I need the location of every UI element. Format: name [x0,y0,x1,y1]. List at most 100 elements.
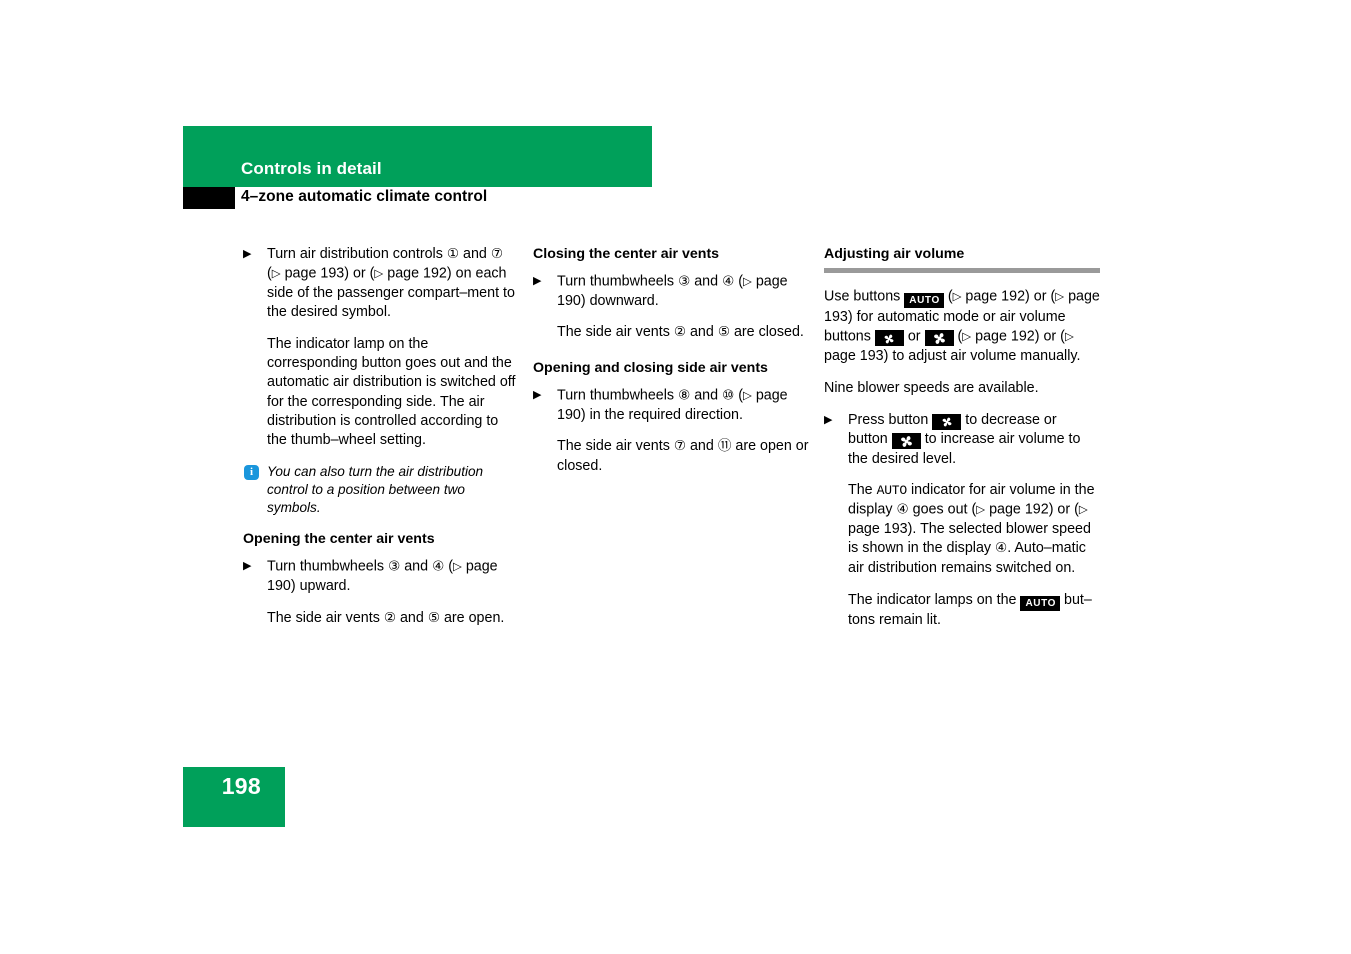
circled-number-4: ④ [896,501,909,518]
page-ref-triangle-icon: ▷ [962,328,972,343]
heading-closing-center-air-vents: Closing the center air vents [533,246,720,262]
circled-number-7: ⑦ [490,246,504,262]
fan-decrease-button-badge[interactable] [932,414,962,431]
heading-underline-rule [824,268,1100,273]
step-text: ( [444,558,453,575]
info-icon: i [244,465,259,481]
content-column-1: ▶ Turn air distribution controls ① and ⑦ … [243,245,519,641]
circled-number-2: ② [673,324,686,341]
page-ref-triangle-icon: ▷ [1064,328,1074,343]
paragraph-text: page 193) to adjust air volume manually. [824,347,1081,364]
paragraph-use-buttons: Use buttons AUTO (▷ page 192) or (▷ page… [824,287,1100,366]
result-text: are closed. [730,324,804,341]
content-column-2: Closing the center air vents ▶ Turn thumb… [533,245,809,489]
section-title: 4–zone automatic climate control [241,188,488,205]
info-note-text: You can also turn the air distribution c… [267,464,484,516]
result-side-air-vents-open-or-closed: The side air vents ⑦ and ⑪ are open or c… [533,437,809,476]
bullet-triangle-icon: ▶ [243,248,252,260]
content-column-3: Adjusting air volume Use buttons AUTO (▷… [824,245,1100,643]
result-text: and [686,324,718,341]
fan-decrease-button-badge[interactable] [874,330,904,347]
result-text: The side air vents [557,438,674,455]
result-text: The side air vents [267,609,384,626]
paragraph-text: ( [943,288,953,305]
circled-number-1: ① [446,246,460,262]
result-text: page 192) or ( [985,501,1079,518]
result-text: goes out ( [908,501,977,518]
paragraph-text: page 192) or ( [971,328,1065,345]
step-text: Turn thumbwheels [267,558,389,575]
paragraph-text: or [903,328,925,345]
heading-opening-closing-side-air-vents: Opening and closing side air vents [533,360,768,377]
step-turn-thumbwheels-upward: ▶ Turn thumbwheels ③ and ④ (▷ page 190) u… [243,557,519,596]
step-text: and [459,246,491,262]
step-text: Press button [848,412,933,429]
step-text: ( [734,387,743,404]
paragraph-text: page 192) or ( [961,288,1056,305]
circled-number-3: ③ [678,273,691,290]
paragraph-text: ( [953,328,963,345]
result-text: and [396,609,428,626]
page-number: 198 [221,773,261,799]
result-auto-indicator: The AUTO indicator for air volume in the… [824,481,1100,578]
circled-number-3: ③ [388,558,401,575]
circled-number-4: ④ [995,540,1008,557]
page-ref-triangle-icon: ▷ [1078,502,1088,517]
result-text: and [686,438,718,455]
circled-number-7: ⑦ [673,438,686,455]
result-side-air-vents-open: The side air vents ② and ⑤ are open. [243,609,519,628]
section-black-marker [183,187,235,209]
circled-number-5: ⑤ [717,324,730,341]
page-ref-triangle-icon: ▷ [976,502,986,517]
result-text: The indicator lamps on the [848,592,1021,609]
bullet-triangle-icon: ▶ [243,560,252,573]
circled-number-8: ⑧ [678,387,691,404]
header-green-band: Controls in detail [183,126,652,187]
step-text: and [690,387,723,404]
circled-number-4: ④ [432,558,445,575]
circled-number-10: ⑩ [722,387,735,404]
step-text: Turn air distribution controls [267,246,447,262]
auto-button-badge[interactable]: AUTO [1020,596,1061,612]
step-turn-air-distribution-controls: ▶ Turn air distribution controls ① and ⑦ … [243,245,519,323]
fan-increase-button-badge[interactable] [924,330,954,347]
bullet-triangle-icon: ▶ [533,389,542,402]
step-text: and [690,273,723,290]
result-side-air-vents-closed: The side air vents ② and ⑤ are closed. [533,323,809,342]
step-text: page 193) or ( [280,265,375,282]
bullet-triangle-icon: ▶ [824,414,833,427]
result-text: The [848,482,877,499]
step-text: and [400,558,433,575]
circled-number-11: ⑪ [717,438,732,455]
page-ref-triangle-icon: ▷ [1055,289,1065,303]
info-note-air-distribution: i You can also turn the air distribution… [243,463,519,517]
paragraph-text: Use buttons [824,288,905,305]
step-turn-thumbwheels-downward: ▶ Turn thumbwheels ③ and ④ (▷ page 190) d… [533,272,809,311]
page-ref-triangle-icon: ▷ [742,388,752,403]
circled-number-4: ④ [722,273,735,290]
heading-adjusting-air-volume: Adjusting air volume [824,246,965,262]
step-text: ( [734,273,743,290]
circled-number-2: ② [383,609,396,626]
step-text: Turn thumbwheels [557,387,679,404]
step-press-button-air-volume: ▶ Press button to decrease or button to i… [824,411,1100,469]
result-indicator-lamps: The indicator lamps on the AUTO but–tons… [824,591,1100,630]
page-ref-triangle-icon: ▷ [271,266,281,281]
page-ref-triangle-icon: ▷ [452,559,462,574]
step-text: Turn thumbwheels [557,273,679,290]
page-ref-triangle-icon: ▷ [374,266,384,281]
page-ref-triangle-icon: ▷ [742,274,752,288]
bullet-triangle-icon: ▶ [533,275,542,287]
fan-increase-button-badge[interactable] [891,433,921,450]
heading-opening-center-air-vents: Opening the center air vents [243,531,435,548]
auto-indicator-text: AUTO [876,483,908,499]
result-text: are open. [440,609,505,626]
indicator-lamp-paragraph: The indicator lamp on the corresponding … [267,335,516,449]
page-number-block: 198 [183,767,285,827]
auto-button-badge[interactable]: AUTO [904,292,944,308]
circled-number-5: ⑤ [427,609,440,626]
result-text: The side air vents [557,324,674,341]
paragraph-nine-blower-speeds: Nine blower speeds are available. [824,379,1039,396]
step-turn-thumbwheels-direction: ▶ Turn thumbwheels ⑧ and ⑩ (▷ page 190) i… [533,386,809,425]
header-band-title: Controls in detail [241,159,382,178]
